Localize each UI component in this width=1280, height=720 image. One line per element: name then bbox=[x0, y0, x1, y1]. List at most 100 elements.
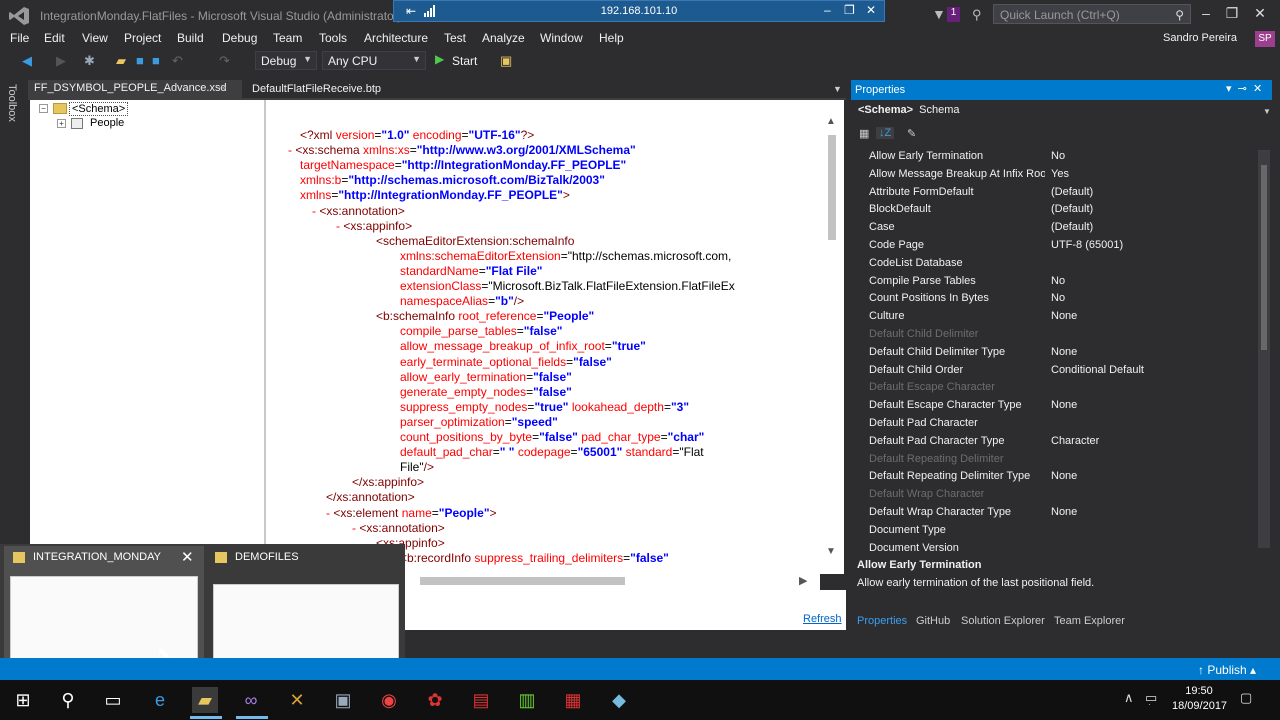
scroll-right-icon[interactable]: ▶ bbox=[799, 574, 807, 587]
redo-icon[interactable]: ↷ bbox=[219, 53, 230, 69]
tab-properties[interactable]: Properties bbox=[857, 615, 907, 627]
property-row[interactable]: Default Repeating Delimiter bbox=[851, 451, 1256, 469]
undo-icon[interactable]: ↶ bbox=[172, 53, 183, 69]
refresh-link[interactable]: Refresh bbox=[803, 613, 842, 625]
minimize-button[interactable]: – bbox=[1196, 5, 1216, 21]
property-row[interactable]: BlockDefault (Default) bbox=[851, 201, 1256, 219]
scroll-down-icon[interactable]: ▼ bbox=[826, 546, 836, 557]
new-project-icon[interactable]: ✱ bbox=[84, 53, 95, 69]
menu-debug[interactable]: Debug bbox=[222, 31, 257, 45]
menu-test[interactable]: Test bbox=[444, 31, 466, 45]
menu-view[interactable]: View bbox=[82, 31, 108, 45]
property-value[interactable]: No bbox=[1051, 150, 1065, 162]
windows-start-icon[interactable]: ⊞ bbox=[10, 687, 36, 713]
filter-icon[interactable]: ▼ bbox=[932, 6, 946, 22]
property-row[interactable]: Default Wrap Character bbox=[851, 486, 1256, 504]
chevron-down-icon[interactable]: ▼ bbox=[1263, 107, 1271, 116]
publish-button[interactable]: ↑ Publish ▴ bbox=[1198, 663, 1256, 677]
attach-icon[interactable]: ▣ bbox=[500, 53, 512, 69]
xml-vertical-scroll-thumb[interactable] bbox=[828, 135, 836, 240]
categorized-icon[interactable]: ▦ bbox=[859, 127, 869, 140]
taskbar-clock[interactable]: 19:50 18/09/2017 bbox=[1172, 684, 1227, 714]
property-value[interactable]: (Default) bbox=[1051, 203, 1093, 215]
property-row[interactable]: Default Repeating Delimiter Type None bbox=[851, 468, 1256, 486]
app-icon[interactable]: ◆ bbox=[606, 687, 632, 713]
property-row[interactable]: Default Wrap Character Type None bbox=[851, 504, 1256, 522]
property-row[interactable]: Attribute FormDefault (Default) bbox=[851, 184, 1256, 202]
property-value[interactable]: Yes bbox=[1051, 168, 1069, 180]
property-value[interactable]: None bbox=[1051, 346, 1077, 358]
property-value[interactable]: None bbox=[1051, 399, 1077, 411]
scroll-up-icon[interactable]: ▲ bbox=[826, 116, 836, 127]
menu-analyze[interactable]: Analyze bbox=[482, 31, 525, 45]
app-icon[interactable]: ▦ bbox=[560, 687, 586, 713]
property-row[interactable]: Default Escape Character Type None bbox=[851, 397, 1256, 415]
menu-edit[interactable]: Edit bbox=[44, 31, 65, 45]
menu-file[interactable]: File bbox=[10, 31, 29, 45]
tab-solution-explorer[interactable]: Solution Explorer bbox=[961, 615, 1045, 627]
property-row[interactable]: Compile Parse Tables No bbox=[851, 273, 1256, 291]
menu-build[interactable]: Build bbox=[177, 31, 204, 45]
property-value[interactable]: (Default) bbox=[1051, 221, 1093, 233]
property-value[interactable]: None bbox=[1051, 310, 1077, 322]
maximize-button[interactable]: ❐ bbox=[1222, 5, 1242, 22]
property-value[interactable]: Conditional Default bbox=[1051, 364, 1144, 376]
tree-node-people[interactable]: People bbox=[90, 117, 124, 129]
file-explorer-icon[interactable]: ▰ bbox=[192, 687, 218, 713]
tab-btp[interactable]: DefaultFlatFileReceive.btp bbox=[252, 80, 381, 98]
start-icon[interactable]: ▶ bbox=[435, 52, 444, 66]
property-value[interactable]: No bbox=[1051, 292, 1065, 304]
save-all-icon[interactable]: ■ bbox=[152, 53, 160, 68]
platform-select[interactable]: Any CPU ▼ bbox=[322, 51, 426, 70]
remote-desktop-icon[interactable]: ▣ bbox=[330, 687, 356, 713]
menu-architecture[interactable]: Architecture bbox=[364, 31, 428, 45]
task-view-icon[interactable]: ▭ bbox=[100, 687, 126, 713]
menu-window[interactable]: Window bbox=[540, 31, 583, 45]
app-icon[interactable]: ▥ bbox=[514, 687, 540, 713]
property-value[interactable]: (Default) bbox=[1051, 186, 1093, 198]
avatar[interactable]: SP bbox=[1255, 31, 1275, 47]
feedback-icon[interactable]: ⚲ bbox=[972, 7, 982, 23]
user-name[interactable]: Sandro Pereira bbox=[1163, 32, 1237, 44]
edge-icon[interactable]: e bbox=[147, 687, 173, 713]
collapse-icon[interactable]: − bbox=[39, 104, 48, 113]
menu-team[interactable]: Team bbox=[273, 31, 302, 45]
property-row[interactable]: CodeList Database bbox=[851, 255, 1256, 273]
start-button[interactable]: Start bbox=[452, 54, 477, 68]
chrome-icon[interactable]: ◉ bbox=[376, 687, 402, 713]
network-icon[interactable]: ▭ bbox=[1145, 690, 1157, 706]
tab-github[interactable]: GitHub bbox=[916, 615, 950, 627]
back-icon[interactable]: ◀ bbox=[22, 53, 32, 69]
property-row[interactable]: Default Child Order Conditional Default bbox=[851, 362, 1256, 380]
properties-scroll-thumb[interactable] bbox=[1261, 165, 1267, 350]
property-value[interactable]: UTF-8 (65001) bbox=[1051, 239, 1123, 251]
property-row[interactable]: Culture None bbox=[851, 308, 1256, 326]
property-value[interactable]: None bbox=[1051, 470, 1077, 482]
properties-window-controls[interactable]: ▾ ⊸ ✕ bbox=[1226, 82, 1262, 95]
menu-tools[interactable]: Tools bbox=[319, 31, 347, 45]
open-file-icon[interactable]: ▰ bbox=[116, 53, 126, 69]
tree-node-schema[interactable]: <Schema> bbox=[69, 102, 129, 116]
property-value[interactable]: Character bbox=[1051, 435, 1099, 447]
quick-launch-input[interactable]: Quick Launch (Ctrl+Q) ⚲ bbox=[993, 4, 1191, 24]
tab-dropdown-icon[interactable]: ▼ bbox=[833, 84, 842, 94]
rd-minimize-button[interactable]: – bbox=[824, 3, 831, 17]
tools-icon[interactable]: ✕ bbox=[284, 687, 310, 713]
property-row[interactable]: Default Escape Character bbox=[851, 379, 1256, 397]
search-icon[interactable]: ⚲ bbox=[55, 687, 81, 713]
action-center-icon[interactable]: ▢ bbox=[1240, 690, 1252, 706]
pin-tab-icon[interactable]: ⊸ bbox=[218, 83, 226, 94]
tray-chevron-icon[interactable]: ∧ bbox=[1124, 690, 1134, 706]
rd-restore-button[interactable]: ❐ bbox=[844, 3, 855, 17]
notification-badge[interactable]: 1 bbox=[947, 7, 960, 22]
property-row[interactable]: Allow Early Termination No bbox=[851, 148, 1256, 166]
alphabetical-icon[interactable]: ↓Z bbox=[876, 127, 895, 139]
rd-close-button[interactable]: ✕ bbox=[866, 3, 876, 17]
property-row[interactable]: Count Positions In Bytes No bbox=[851, 290, 1256, 308]
property-row[interactable]: Default Pad Character Type Character bbox=[851, 433, 1256, 451]
property-pages-icon[interactable]: ✎ bbox=[907, 127, 916, 140]
close-button[interactable]: ✕ bbox=[1250, 5, 1270, 22]
tab-team-explorer[interactable]: Team Explorer bbox=[1054, 615, 1125, 627]
property-row[interactable]: Case (Default) bbox=[851, 219, 1256, 237]
property-row[interactable]: Document Version bbox=[851, 540, 1256, 558]
